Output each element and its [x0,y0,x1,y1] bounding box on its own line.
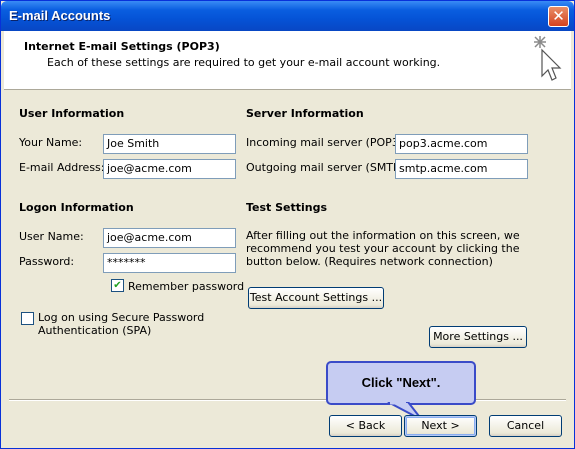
header-title: Internet E-mail Settings (POP3) [24,40,220,53]
user-name-field[interactable]: joe@acme.com [103,228,236,248]
outgoing-server-field[interactable]: smtp.acme.com [395,159,528,179]
cancel-button[interactable]: Cancel [489,415,562,437]
title-bar[interactable]: E-mail Accounts ✕ [1,1,574,31]
password-field[interactable]: ******* [103,253,236,273]
remember-password-label: Remember password [128,280,245,293]
user-info-heading: User Information [19,107,125,120]
test-settings-text-line2: recommend you test your account by click… [246,242,520,255]
close-button[interactable]: ✕ [548,6,569,27]
footer-divider [9,399,566,401]
test-settings-heading: Test Settings [246,201,328,214]
email-accounts-dialog: E-mail Accounts ✕ Internet E-mail Settin… [0,0,575,449]
logon-info-heading: Logon Information [19,201,134,214]
password-label: Password: [19,255,75,268]
test-account-settings-button[interactable]: Test Account Settings ... [248,287,384,309]
instruction-callout: Click "Next". [326,361,476,405]
email-address-field[interactable]: joe@acme.com [103,159,236,179]
close-icon: ✕ [552,7,565,25]
window-title: E-mail Accounts [9,8,111,23]
server-info-heading: Server Information [246,107,364,120]
cursor-sparkle-icon [534,36,562,81]
back-button[interactable]: < Back [329,415,402,437]
email-address-label: E-mail Address: [19,161,105,174]
check-icon: ✔ [113,280,122,291]
header-panel: Internet E-mail Settings (POP3) Each of … [4,31,571,90]
next-button[interactable]: Next > [404,415,477,437]
spa-label-line1: Log on using Secure Password [38,311,205,324]
callout-text: Click "Next". [361,375,441,390]
test-settings-text-line3: button below. (Requires network connecti… [246,255,493,268]
test-settings-text-line1: After filling out the information on thi… [246,229,520,242]
your-name-label: Your Name: [19,136,83,149]
your-name-field[interactable]: Joe Smith [103,134,236,154]
more-settings-button[interactable]: More Settings ... [429,326,527,348]
incoming-server-field[interactable]: pop3.acme.com [395,134,528,154]
spa-label-line2: Authentication (SPA) [38,324,152,337]
header-subtitle: Each of these settings are required to g… [47,56,441,69]
remember-password-checkbox[interactable]: ✔ [111,279,124,292]
spa-checkbox[interactable] [21,312,34,325]
outgoing-server-label: Outgoing mail server (SMTP): [246,161,408,174]
user-name-label: User Name: [19,230,84,243]
incoming-server-label: Incoming mail server (POP3): [246,136,407,149]
